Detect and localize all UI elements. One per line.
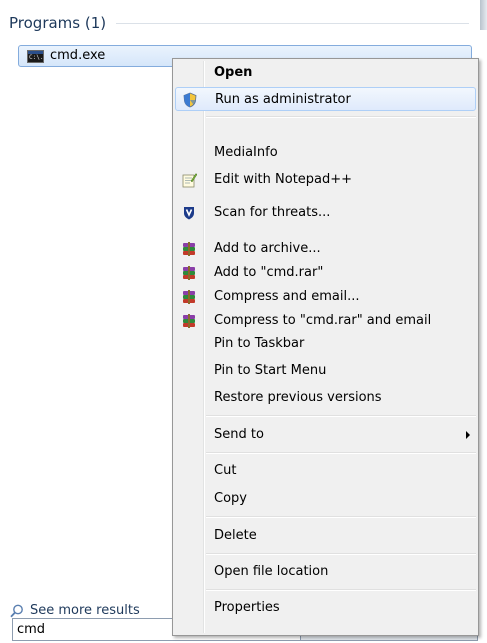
see-more-results-link[interactable]: See more results xyxy=(10,603,140,618)
menu-item-label: Open file location xyxy=(214,564,329,579)
magnifier-icon xyxy=(10,604,23,617)
cmd-icon: C:\. xyxy=(27,50,44,63)
menu-separator xyxy=(206,452,476,454)
search-input-value: cmd xyxy=(17,622,46,637)
menu-separator xyxy=(206,516,476,518)
menu-item-mediainfo[interactable]: MediaInfo xyxy=(175,141,476,165)
antivirus-shield-icon xyxy=(184,207,194,220)
menu-item-label: Add to "cmd.rar" xyxy=(214,265,324,280)
menu-item-delete[interactable]: Delete xyxy=(175,524,476,548)
programs-section-header: Programs (1) xyxy=(9,14,469,32)
menu-item-label: Open xyxy=(214,65,253,80)
menu-item-label: Cut xyxy=(214,463,237,478)
menu-item-label: Send to xyxy=(214,427,264,442)
submenu-arrow-icon xyxy=(466,431,470,439)
menu-item-label: Copy xyxy=(214,491,247,506)
menu-item-label: MediaInfo xyxy=(214,145,278,160)
winrar-icon xyxy=(183,266,195,280)
menu-item-label: Edit with Notepad++ xyxy=(214,172,353,187)
menu-item-add-to-archive[interactable]: Add to archive... xyxy=(175,237,476,261)
menu-item-open[interactable]: Open xyxy=(175,61,476,85)
menu-item-label: Pin to Taskbar xyxy=(214,336,305,351)
menu-item-compress-and-email[interactable]: Compress and email... xyxy=(175,285,476,309)
menu-separator xyxy=(206,589,476,591)
menu-item-label: Scan for threats... xyxy=(214,205,331,220)
menu-separator xyxy=(206,553,476,555)
cmd-icon-glyph: C:\. xyxy=(29,54,44,61)
menu-item-label: Pin to Start Menu xyxy=(214,363,327,378)
scrollbar-edge xyxy=(480,0,487,30)
menu-separator xyxy=(206,116,476,118)
menu-item-compress-to-cmd-rar-and-email[interactable]: Compress to "cmd.rar" and email xyxy=(175,309,476,333)
menu-item-pin-to-taskbar[interactable]: Pin to Taskbar xyxy=(175,332,476,356)
menu-item-open-file-location[interactable]: Open file location xyxy=(175,560,476,584)
uac-shield-icon xyxy=(183,92,197,108)
menu-item-cut[interactable]: Cut xyxy=(175,459,476,483)
see-more-results-label: See more results xyxy=(30,603,140,618)
menu-item-label: Restore previous versions xyxy=(214,390,382,405)
menu-item-label: Compress and email... xyxy=(214,289,360,304)
menu-item-label: Delete xyxy=(214,528,257,543)
menu-item-scan-for-threats[interactable]: Scan for threats... xyxy=(175,201,476,225)
menu-item-restore-previous-versions[interactable]: Restore previous versions xyxy=(175,386,476,410)
section-divider xyxy=(116,22,469,24)
winrar-icon xyxy=(183,290,195,304)
menu-item-label: Compress to "cmd.rar" and email xyxy=(214,313,432,328)
search-result-label: cmd.exe xyxy=(50,48,106,63)
menu-item-run-as-administrator[interactable]: Run as administrator xyxy=(175,87,476,111)
menu-item-send-to[interactable]: Send to xyxy=(175,423,476,447)
menu-item-properties[interactable]: Properties xyxy=(175,596,476,620)
menu-item-copy[interactable]: Copy xyxy=(175,487,476,511)
notepad-plus-plus-icon xyxy=(182,173,197,188)
menu-item-label: Properties xyxy=(214,600,280,615)
menu-item-label: Add to archive... xyxy=(214,241,321,256)
menu-item-pin-to-start-menu[interactable]: Pin to Start Menu xyxy=(175,359,476,383)
winrar-icon xyxy=(183,242,195,256)
context-menu: Open Run as administrator MediaInfo Edit… xyxy=(172,58,479,636)
menu-separator xyxy=(206,415,476,417)
winrar-icon xyxy=(183,314,195,328)
menu-item-edit-with-notepad-plus-plus[interactable]: Edit with Notepad++ xyxy=(175,168,476,192)
menu-item-label: Run as administrator xyxy=(215,92,351,107)
section-title: Programs (1) xyxy=(9,14,107,32)
menu-item-add-to-cmd-rar[interactable]: Add to "cmd.rar" xyxy=(175,261,476,285)
